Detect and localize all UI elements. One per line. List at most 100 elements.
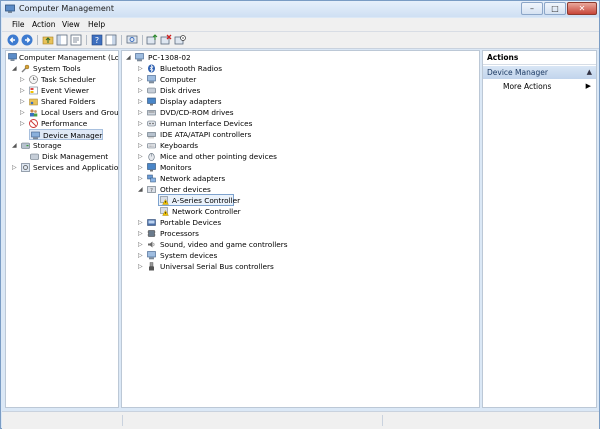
- tree-item-shared-folders[interactable]: ▷ Shared Folders: [20, 96, 116, 107]
- collapse-section-icon[interactable]: ▲: [587, 66, 592, 79]
- device-category-label: Mice and other pointing devices: [160, 152, 277, 161]
- device-category-mice[interactable]: ▷ Mice and other pointing devices: [138, 151, 338, 162]
- device-category-usb-controllers[interactable]: ▷ Universal Serial Bus controllers: [138, 261, 338, 272]
- up-folder-icon[interactable]: [42, 34, 54, 46]
- more-actions-link[interactable]: More Actions: [503, 82, 551, 91]
- device-tree-pane[interactable]: ◢ PC-1308-02 ▷ Bluetooth Radios ▷ Comput…: [121, 50, 480, 408]
- expand-arrow-icon[interactable]: ▷: [20, 109, 26, 117]
- tree-item-event-viewer[interactable]: ▷ Event Viewer: [20, 85, 116, 96]
- expand-arrow-icon[interactable]: ▷: [138, 252, 144, 260]
- expand-arrow-icon[interactable]: ▷: [138, 219, 144, 227]
- menu-action[interactable]: Action: [32, 20, 56, 29]
- expand-arrow-icon[interactable]: ▷: [20, 120, 26, 128]
- device-category-sound-video-game-controllers[interactable]: ▷ Sound, video and game controllers: [138, 239, 338, 250]
- update-driver-icon[interactable]: [146, 34, 158, 46]
- properties-icon[interactable]: [70, 34, 82, 46]
- device-category-network-adapters[interactable]: ▷ Network adapters: [138, 173, 338, 184]
- expand-arrow-icon[interactable]: ▷: [138, 153, 144, 161]
- collapse-arrow-icon[interactable]: ◢: [126, 54, 132, 62]
- expand-arrow-icon[interactable]: ▷: [138, 241, 144, 249]
- device-category-display-adapters[interactable]: ▷ Display adapters: [138, 96, 338, 107]
- title-bar[interactable]: Computer Management – □ ✕: [1, 1, 599, 17]
- back-arrow-icon[interactable]: [7, 34, 19, 46]
- device-category-monitors[interactable]: ▷ Monitors: [138, 162, 338, 173]
- tree-item-computer-management[interactable]: Computer Management (Local: [7, 52, 118, 63]
- expand-arrow-icon[interactable]: ▷: [138, 120, 144, 128]
- minimize-button[interactable]: –: [521, 2, 543, 15]
- expand-arrow-icon[interactable]: ▷: [12, 164, 18, 172]
- tree-item-task-scheduler[interactable]: ▷ Task Scheduler: [20, 74, 116, 85]
- status-bar: [2, 411, 599, 429]
- expand-arrow-icon[interactable]: ▷: [138, 131, 144, 139]
- device-category-label: Computer: [160, 75, 197, 84]
- mouse-icon: [148, 153, 155, 161]
- scan-hardware-icon[interactable]: [126, 34, 138, 46]
- expand-arrow-icon[interactable]: ▷: [138, 65, 144, 73]
- menu-file[interactable]: File: [12, 20, 25, 29]
- device-category-dvd-cd-rom-drives[interactable]: ▷ DVD/CD-ROM drives: [138, 107, 338, 118]
- expand-arrow-icon[interactable]: ▷: [138, 109, 144, 117]
- device-category-processors[interactable]: ▷ Processors: [138, 228, 338, 239]
- forward-arrow-icon[interactable]: [21, 34, 33, 46]
- tree-item-local-users-and-groups[interactable]: ▷ Local Users and Groups: [20, 107, 118, 118]
- disable-device-icon[interactable]: [174, 34, 186, 46]
- disk-drive-icon: [147, 87, 156, 94]
- expand-arrow-icon[interactable]: ▷: [20, 76, 26, 84]
- device-category-portable-devices[interactable]: ▷ Portable Devices: [138, 217, 338, 228]
- expand-arrow-icon[interactable]: ▷: [138, 98, 144, 106]
- expand-arrow-icon[interactable]: ▷: [138, 164, 144, 172]
- device-root-pc[interactable]: ◢ PC-1308-02: [126, 52, 246, 63]
- tree-item-label: Performance: [41, 119, 88, 128]
- tree-item-performance[interactable]: ▷ Performance: [20, 118, 116, 129]
- computer-icon: [135, 53, 144, 62]
- actions-section-device-manager[interactable]: Device Manager ▲: [483, 66, 596, 79]
- show-hide-console-tree-icon[interactable]: [56, 34, 68, 46]
- device-category-keyboards[interactable]: ▷ Keyboards: [138, 140, 338, 151]
- collapse-arrow-icon[interactable]: ◢: [12, 65, 18, 73]
- menu-help[interactable]: Help: [88, 20, 105, 29]
- svg-text:?: ?: [150, 188, 153, 194]
- expand-arrow-icon[interactable]: ▷: [20, 87, 26, 95]
- window-title: Computer Management: [19, 4, 115, 13]
- submenu-arrow-icon[interactable]: ▶: [586, 82, 591, 90]
- bluetooth-icon: [148, 64, 155, 73]
- device-category-label: Sound, video and game controllers: [160, 240, 288, 249]
- menu-view[interactable]: View: [62, 20, 80, 29]
- expand-arrow-icon[interactable]: ▷: [20, 98, 26, 106]
- device-category-disk-drives[interactable]: ▷ Disk drives: [138, 85, 338, 96]
- collapse-arrow-icon[interactable]: ◢: [138, 186, 144, 194]
- expand-arrow-icon[interactable]: ▷: [138, 263, 144, 271]
- uninstall-icon[interactable]: [160, 34, 172, 46]
- console-tree-pane[interactable]: Computer Management (Local ◢ System Tool…: [5, 50, 119, 408]
- expand-arrow-icon[interactable]: ▷: [138, 230, 144, 238]
- maximize-button[interactable]: □: [544, 2, 566, 15]
- close-button[interactable]: ✕: [567, 2, 597, 15]
- device-category-system-devices[interactable]: ▷ System devices: [138, 250, 338, 261]
- expand-arrow-icon[interactable]: ▷: [138, 175, 144, 183]
- device-label: A-Series Controller: [172, 196, 241, 205]
- device-category-computer[interactable]: ▷ Computer: [138, 74, 338, 85]
- tree-item-device-manager[interactable]: Device Manager: [29, 129, 103, 140]
- system-icon: [147, 251, 156, 260]
- device-category-label: Universal Serial Bus controllers: [160, 262, 274, 271]
- tree-item-system-tools[interactable]: ◢ System Tools: [12, 63, 116, 74]
- device-category-ide-ata-atapi-controllers[interactable]: ▷ IDE ATA/ATAPI controllers: [138, 129, 338, 140]
- help-icon[interactable]: ?: [91, 34, 103, 46]
- expand-arrow-icon[interactable]: ▷: [138, 76, 144, 84]
- device-category-bluetooth-radios[interactable]: ▷ Bluetooth Radios: [138, 63, 338, 74]
- expand-arrow-icon[interactable]: ▷: [138, 87, 144, 95]
- device-a-series-controller[interactable]: A-Series Controller: [158, 194, 240, 206]
- tree-item-disk-management[interactable]: Disk Management: [29, 151, 116, 162]
- services-icon: [21, 163, 30, 172]
- menu-bar: File Action View Help: [2, 18, 599, 32]
- svg-text:?: ?: [95, 36, 99, 45]
- collapse-arrow-icon[interactable]: ◢: [12, 142, 18, 150]
- tree-item-services-and-applications[interactable]: ▷ Services and Applications: [12, 162, 118, 173]
- device-category-label: Portable Devices: [160, 218, 222, 227]
- device-category-human-interface-devices[interactable]: ▷ Human Interface Devices: [138, 118, 338, 129]
- tree-item-storage[interactable]: ◢ Storage: [12, 140, 116, 151]
- show-hide-action-pane-icon[interactable]: [105, 34, 117, 46]
- expand-arrow-icon[interactable]: ▷: [138, 142, 144, 150]
- device-network-controller[interactable]: Network Controller: [159, 206, 279, 217]
- storage-icon: [21, 142, 30, 149]
